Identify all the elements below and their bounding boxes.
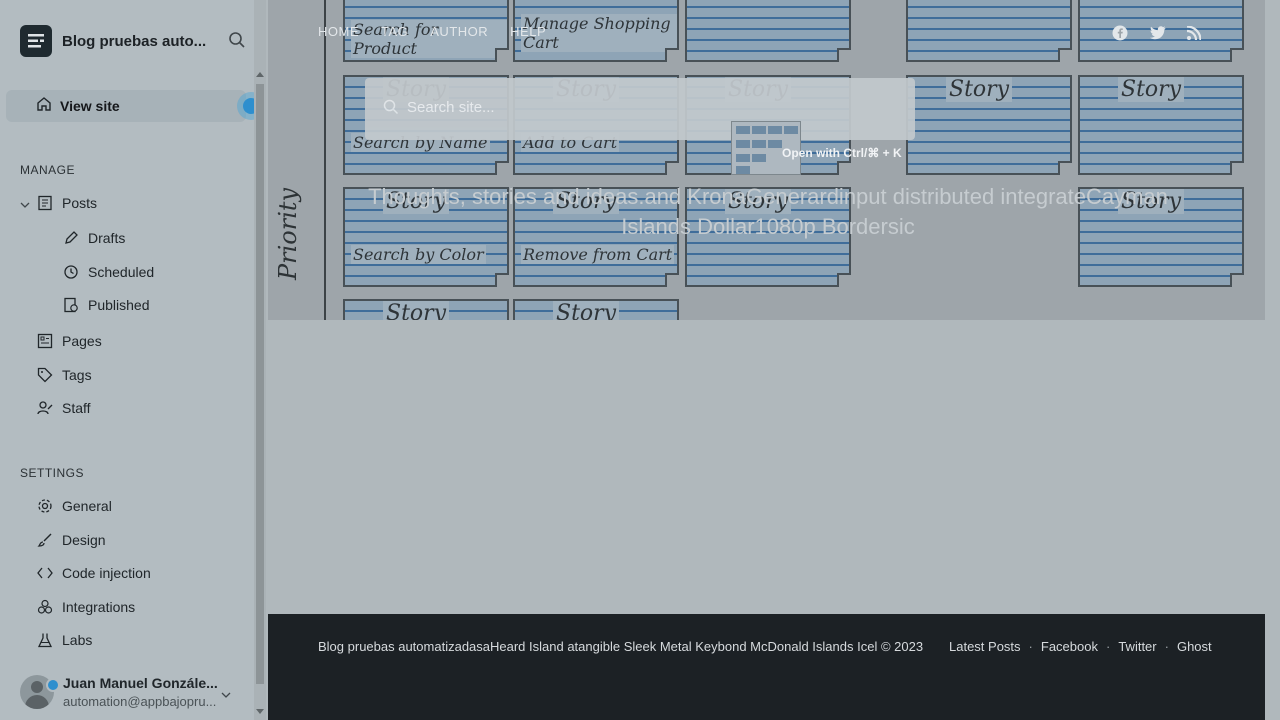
sidebar-item-label: Labs (62, 632, 93, 648)
nav-help-link[interactable]: HELP (510, 24, 546, 39)
footer-separator: · (1164, 639, 1169, 654)
rss-icon[interactable] (1185, 24, 1203, 42)
story-card: Story (343, 299, 509, 320)
footer-separator: · (1028, 639, 1033, 654)
sidebar-item-label: Scheduled (88, 264, 155, 280)
sidebar-item-tags[interactable]: Tags (36, 366, 92, 384)
sidebar-item-label: Posts (62, 195, 98, 211)
tag-icon (36, 366, 54, 384)
story-card (685, 0, 851, 62)
code-icon (36, 564, 54, 582)
sidebar-item-staff[interactable]: Staff (36, 399, 91, 417)
pages-icon (36, 332, 54, 350)
priority-label: Priority (274, 187, 302, 280)
site-footer: Blog pruebas automatizadasaHeard Island … (268, 614, 1265, 720)
site-title: Blog pruebas auto... (62, 32, 207, 50)
gear-icon (36, 497, 54, 515)
story-card (906, 0, 1072, 62)
sidebar-item-label: Design (62, 532, 106, 548)
flask-icon (36, 631, 54, 649)
footer-separator: · (1105, 639, 1111, 654)
integrations-icon (36, 598, 54, 616)
status-dot (46, 678, 60, 692)
footer-copyright: Blog pruebas automatizadasaHeard Island … (318, 639, 924, 654)
story-card: Story (906, 75, 1072, 175)
sidebar-item-label: Drafts (88, 230, 126, 246)
chevron-down-icon[interactable] (220, 688, 232, 706)
sidebar-item-general[interactable]: General (36, 497, 112, 515)
site-tagline: Thoughts, stories and ideas.and KronaGen… (368, 184, 1168, 239)
nav-home-link[interactable]: HOME (318, 24, 359, 39)
sidebar-item-posts[interactable]: Posts (36, 194, 97, 212)
scroll-up-arrow-icon[interactable] (256, 72, 264, 77)
shortcut-hint: Open with Ctrl/⌘ + K (782, 146, 902, 160)
sidebar-item-design[interactable]: Design (36, 531, 106, 549)
board-divider (324, 0, 326, 320)
footer-link-twitter[interactable]: Twitter (1118, 639, 1156, 654)
sidebar-item-integrations[interactable]: Integrations (36, 598, 135, 616)
footer-link-ghost[interactable]: Ghost (1177, 639, 1212, 654)
right-gutter (1265, 0, 1280, 720)
site-logo-icon (20, 25, 52, 57)
site-nav: HOME TAG AUTHOR HELP (318, 24, 568, 39)
user-name: Juan Manuel Gonzále... (63, 675, 218, 691)
scrollbar-thumb[interactable] (256, 84, 264, 684)
pencil-icon (62, 229, 80, 247)
search-icon (383, 99, 399, 120)
sidebar-item-label: General (62, 498, 112, 514)
sidebar-scrollbar[interactable] (254, 0, 266, 720)
sidebar-item-labs[interactable]: Labs (36, 631, 92, 649)
sidebar-item-label: Staff (62, 400, 91, 416)
brand[interactable]: Blog pruebas auto... (20, 25, 214, 57)
sidebar-item-label: Integrations (62, 599, 136, 615)
sidebar-item-pages[interactable]: Pages (36, 332, 102, 350)
sidebar: Blog pruebas auto... View site MANAGE Po… (0, 0, 265, 720)
view-site-label: View site (60, 98, 120, 114)
facebook-icon[interactable] (1111, 24, 1129, 42)
manage-section-title: MANAGE (20, 163, 76, 177)
story-card: Story (1078, 75, 1244, 175)
clock-icon (62, 263, 80, 281)
hero-image: Priority Search for Product Manage Shopp… (268, 0, 1265, 320)
sidebar-item-label: Code injection (62, 565, 151, 581)
sidebar-item-label: Tags (62, 367, 92, 383)
staff-icon (36, 399, 54, 417)
published-icon (62, 296, 80, 314)
search-icon[interactable] (228, 31, 246, 54)
nav-author-link[interactable]: AUTHOR (430, 24, 488, 39)
sidebar-item-published[interactable]: Published (62, 296, 150, 314)
home-icon (36, 96, 52, 117)
sidebar-item-drafts[interactable]: Drafts (62, 229, 125, 247)
brush-icon (36, 531, 54, 549)
user-email: automation@appbajopru... (63, 694, 217, 709)
sidebar-item-code-injection[interactable]: Code injection (36, 564, 151, 582)
footer-link-latest-posts[interactable]: Latest Posts (949, 639, 1021, 654)
footer-link-facebook[interactable]: Facebook (1041, 639, 1098, 654)
sidebar-item-label: Pages (62, 333, 102, 349)
settings-section-title: SETTINGS (20, 466, 85, 480)
view-site-link[interactable]: View site (6, 90, 246, 122)
posts-icon (36, 194, 54, 212)
footer-links: Latest Posts · Facebook · Twitter · Ghos… (949, 639, 1212, 654)
sidebar-item-scheduled[interactable]: Scheduled (62, 263, 154, 281)
site-search-input[interactable]: Search site... (365, 78, 915, 140)
twitter-icon[interactable] (1148, 24, 1166, 42)
scroll-down-arrow-icon[interactable] (256, 709, 264, 714)
sidebar-item-label: Published (88, 297, 150, 313)
site-preview: Priority Search for Product Manage Shopp… (268, 0, 1265, 720)
story-card: Story (513, 299, 679, 320)
chevron-down-icon[interactable] (20, 197, 30, 215)
nav-tag-link[interactable]: TAG (381, 24, 408, 39)
search-placeholder: Search site... (407, 99, 495, 116)
